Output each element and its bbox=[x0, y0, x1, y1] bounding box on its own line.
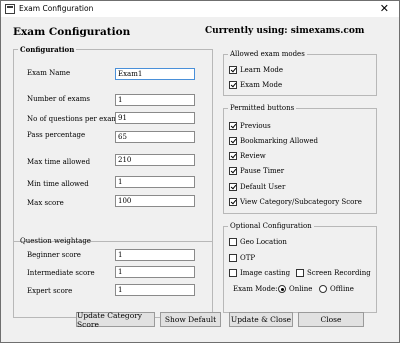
max-score-label: Max score bbox=[27, 199, 64, 207]
page-title: Exam Configuration bbox=[13, 26, 131, 38]
exam-mode-label: Exam Mode bbox=[240, 81, 283, 89]
online-label: Online bbox=[289, 285, 313, 293]
checkbox-unchecked-icon bbox=[229, 269, 237, 277]
offline-label: Offline bbox=[330, 285, 354, 293]
update-close-button[interactable]: Update & Close bbox=[229, 312, 293, 327]
checkbox-checked-icon bbox=[229, 66, 237, 74]
checkbox-checked-icon bbox=[229, 137, 237, 145]
previous-checkbox[interactable]: Previous bbox=[229, 122, 271, 130]
pause-timer-label: Pause Timer bbox=[240, 167, 285, 175]
questions-per-exam-label: No of questions per exam bbox=[27, 115, 119, 123]
checkbox-checked-icon bbox=[229, 152, 237, 160]
screen-recording-checkbox[interactable]: Screen Recording bbox=[296, 269, 371, 277]
configuration-legend: Configuration bbox=[20, 45, 75, 54]
client-area: Exam Configuration Currently using: sime… bbox=[1, 17, 399, 342]
learn-mode-checkbox[interactable]: Learn Mode bbox=[229, 66, 283, 74]
checkbox-checked-icon bbox=[229, 81, 237, 89]
geo-location-checkbox[interactable]: Geo Location bbox=[229, 238, 287, 246]
radio-unselected-icon bbox=[319, 285, 327, 293]
app-window-icon bbox=[5, 4, 15, 14]
image-casting-checkbox[interactable]: Image casting bbox=[229, 269, 290, 277]
pause-timer-checkbox[interactable]: Pause Timer bbox=[229, 167, 284, 175]
review-checkbox[interactable]: Review bbox=[229, 152, 266, 160]
otp-label: OTP bbox=[240, 254, 256, 262]
update-category-score-button[interactable]: Update Category Score bbox=[76, 311, 155, 329]
pass-percentage-field[interactable]: 65 bbox=[115, 131, 195, 143]
bookmarking-checkbox[interactable]: Bookmarking Allowed bbox=[229, 137, 318, 145]
max-time-field[interactable]: 210 bbox=[115, 154, 195, 166]
bookmarking-label: Bookmarking Allowed bbox=[240, 137, 319, 145]
show-default-button[interactable]: Show Default bbox=[160, 312, 221, 327]
beginner-score-label: Beginner score bbox=[27, 251, 81, 259]
screen-recording-label: Screen Recording bbox=[307, 269, 371, 277]
allowed-exam-modes-legend: Allowed exam modes bbox=[230, 50, 305, 58]
min-time-field[interactable]: 1 bbox=[115, 176, 195, 188]
geo-location-label: Geo Location bbox=[240, 238, 287, 246]
otp-checkbox[interactable]: OTP bbox=[229, 254, 255, 262]
offline-radio[interactable]: Offline bbox=[319, 285, 354, 293]
exam-configuration-window: Exam Configuration ✕ Exam Configuration … bbox=[0, 0, 400, 343]
optional-configuration-group: Optional Configuration bbox=[223, 222, 377, 313]
exam-mode-checkbox[interactable]: Exam Mode bbox=[229, 81, 282, 89]
checkbox-checked-icon bbox=[229, 122, 237, 130]
number-of-exams-field[interactable]: 1 bbox=[115, 94, 195, 106]
expert-score-field[interactable]: 1 bbox=[115, 284, 195, 296]
intermediate-score-field[interactable]: 1 bbox=[115, 266, 195, 278]
checkbox-checked-icon bbox=[229, 183, 237, 191]
questions-per-exam-field[interactable]: 91 bbox=[115, 112, 195, 124]
previous-label: Previous bbox=[240, 122, 271, 130]
checkbox-unchecked-icon bbox=[229, 238, 237, 246]
default-user-label: Default User bbox=[240, 183, 286, 191]
exam-mode-radio-label: Exam Mode: bbox=[233, 285, 278, 293]
checkbox-unchecked-icon bbox=[229, 254, 237, 262]
currently-using-label: Currently using: simexams.com bbox=[205, 26, 365, 36]
max-time-label: Max time allowed bbox=[27, 158, 91, 166]
image-casting-label: Image casting bbox=[240, 269, 291, 277]
beginner-score-field[interactable]: 1 bbox=[115, 249, 195, 261]
default-user-checkbox[interactable]: Default User bbox=[229, 183, 285, 191]
view-category-score-checkbox[interactable]: View Category/Subcategory Score bbox=[229, 198, 362, 206]
view-category-score-label: View Category/Subcategory Score bbox=[240, 198, 362, 206]
close-icon[interactable]: ✕ bbox=[380, 2, 389, 15]
learn-mode-label: Learn Mode bbox=[240, 66, 284, 74]
window-title: Exam Configuration bbox=[19, 4, 94, 13]
exam-name-label: Exam Name bbox=[27, 69, 71, 77]
expert-score-label: Expert score bbox=[27, 287, 73, 295]
intermediate-score-label: Intermediate score bbox=[27, 269, 95, 277]
permitted-buttons-legend: Permitted buttons bbox=[230, 104, 295, 112]
pass-percentage-label: Pass percentage bbox=[27, 131, 86, 139]
checkbox-checked-icon bbox=[229, 167, 237, 175]
optional-configuration-legend: Optional Configuration bbox=[230, 222, 312, 230]
checkbox-checked-icon bbox=[229, 198, 237, 206]
radio-selected-icon bbox=[278, 285, 286, 293]
online-radio[interactable]: Online bbox=[278, 285, 312, 293]
max-score-field[interactable]: 100 bbox=[115, 195, 195, 207]
review-label: Review bbox=[240, 152, 266, 160]
title-bar: Exam Configuration ✕ bbox=[1, 1, 399, 17]
number-of-exams-label: Number of exams bbox=[27, 95, 90, 103]
exam-name-field[interactable]: Exam1 bbox=[115, 68, 195, 80]
question-weightage-legend: Question weightage bbox=[20, 237, 91, 245]
min-time-label: Min time allowed bbox=[27, 180, 89, 188]
checkbox-unchecked-icon bbox=[296, 269, 304, 277]
close-button[interactable]: Close bbox=[298, 312, 364, 327]
